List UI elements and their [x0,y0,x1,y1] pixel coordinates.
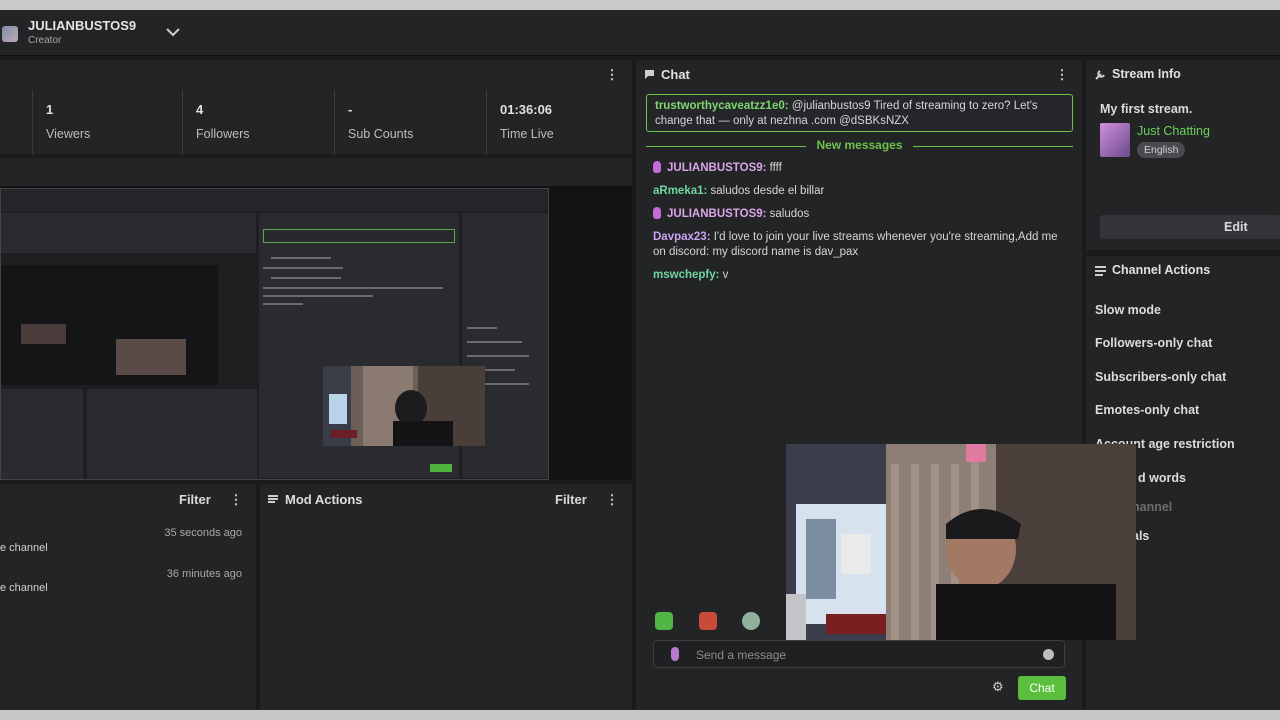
chat-title: Chat [661,67,690,82]
language-tag: English [1137,142,1186,158]
activity-text: e channel [0,542,48,554]
activity-time: 35 seconds ago [164,527,242,539]
chat-message: JULIANBUSTOS9: ffff [653,161,1063,176]
activity-time: 36 minutes ago [166,568,242,580]
channel-actions-title: Channel Actions [1112,263,1211,277]
chevron-down-icon[interactable] [164,23,182,41]
stat-time-live: 01:36:06 Time Live [486,90,632,154]
top-header: JULIANBUSTOS9 Creator [0,10,1280,56]
action-subscribers-only[interactable]: Subscribers-only chat [1095,370,1226,384]
more-options-icon[interactable]: ⋮ [229,493,243,507]
channel-role: Creator [28,35,62,46]
mic-badge-icon [653,161,661,173]
chat-username[interactable]: JULIANBUSTOS9: [667,162,766,174]
stat-sub-counts: - Sub Counts [334,90,486,154]
gear-icon[interactable]: ⚙ [992,680,1004,693]
chat-message: JULIANBUSTOS9: saludos [653,207,1063,222]
chat-message: aRmeka1: saludos desde el billar [653,184,1063,199]
chat-message-text: I'd love to join your live streams whene… [653,231,1058,258]
webcam-overlay [786,444,1136,640]
chat-message-text: v [719,269,729,281]
stream-info-title: Stream Info [1112,67,1181,81]
stat-followers: 4 Followers [182,90,334,154]
channel-avatar[interactable] [2,26,18,42]
chat-username[interactable]: JULIANBUSTOS9: [667,208,766,220]
edit-stream-info-button[interactable]: Edit [1100,215,1280,239]
list-icon [1095,266,1106,276]
dashboard: JULIANBUSTOS9 Creator ⋮ 1 Viewers 4 Foll… [0,0,1280,720]
action-emotes-only[interactable]: Emotes-only chat [1095,403,1199,417]
stream-title: My first stream. [1100,102,1193,116]
list-icon [268,495,278,503]
stat-label: Followers [196,127,250,141]
emote-icon[interactable] [699,612,717,630]
chat-message-text: ffff [766,162,782,174]
chat-username[interactable]: aRmeka1: [653,185,707,197]
chat-input-placeholder: Send a message [696,648,787,662]
emoji-icon[interactable] [1043,649,1054,660]
more-options-icon[interactable]: ⋮ [605,68,619,82]
chat-message-text: saludos [766,208,810,220]
mod-actions-title: Mod Actions [285,492,363,507]
more-options-icon[interactable]: ⋮ [605,493,619,507]
wrench-icon [1095,70,1105,80]
chat-bubble-icon [645,70,654,79]
chat-username[interactable]: mswchepfy: [653,269,719,281]
mic-badge-icon [653,207,661,219]
chat-message: Davpax23: I'd love to join your live str… [653,230,1063,260]
stat-viewers: 1 Viewers [32,90,182,154]
mod-actions-filter-button[interactable]: Filter [555,492,587,507]
more-options-icon[interactable]: ⋮ [1055,68,1069,82]
edit-label: Edit [1224,220,1248,234]
action-channel[interactable]: hannel [1132,500,1172,514]
action-slow-mode[interactable]: Slow mode [1095,303,1161,317]
preview-header [0,158,632,186]
activity-text: e channel [0,582,48,594]
action-blocked-words[interactable]: d words [1138,471,1186,485]
chat-message: mswchepfy: v [653,268,1063,283]
activity-feed-panel: Filter ⋮ 35 seconds ago e channel 36 min… [0,484,256,710]
send-chat-button[interactable]: Chat [1018,676,1066,700]
chat-username[interactable]: Davpax23: [653,231,711,243]
channel-username: JULIANBUSTOS9 [28,18,137,33]
browser-bottom-edge [0,710,1280,720]
stat-value: 1 [46,102,54,117]
stat-value: - [348,102,353,117]
emote-picker-icon[interactable] [655,612,673,630]
category-name[interactable]: Just Chatting [1137,124,1210,138]
pinned-message[interactable]: trustworthycaveatzz1e0: @julianbustos9 T… [646,94,1073,132]
stats-panel: ⋮ 1 Viewers 4 Followers - Sub Counts 01:… [0,60,632,154]
mic-icon [671,647,679,661]
stream-info-panel: Stream Info My first stream. Just Chatti… [1086,60,1280,250]
stat-label: Sub Counts [348,127,414,141]
category-thumbnail [1100,123,1130,157]
preview-webcam-thumb [323,366,485,446]
chat-input[interactable]: Send a message [653,640,1065,668]
stat-label: Time Live [500,127,554,141]
new-messages-divider[interactable]: New messages [646,138,1073,154]
emote-icon[interactable] [742,612,760,630]
browser-top-edge [0,0,1280,10]
stream-preview-panel [0,158,632,480]
chat-message-text: saludos desde el billar [707,185,825,197]
stat-label: Viewers [46,127,91,141]
action-followers-only[interactable]: Followers-only chat [1095,336,1212,350]
mod-actions-panel: Mod Actions Filter ⋮ [260,484,632,710]
stat-value: 4 [196,102,204,117]
activity-filter-button[interactable]: Filter [179,492,211,507]
stat-value: 01:36:06 [500,102,553,117]
chat-username[interactable]: trustworthycaveatzz1e0: [655,100,789,112]
